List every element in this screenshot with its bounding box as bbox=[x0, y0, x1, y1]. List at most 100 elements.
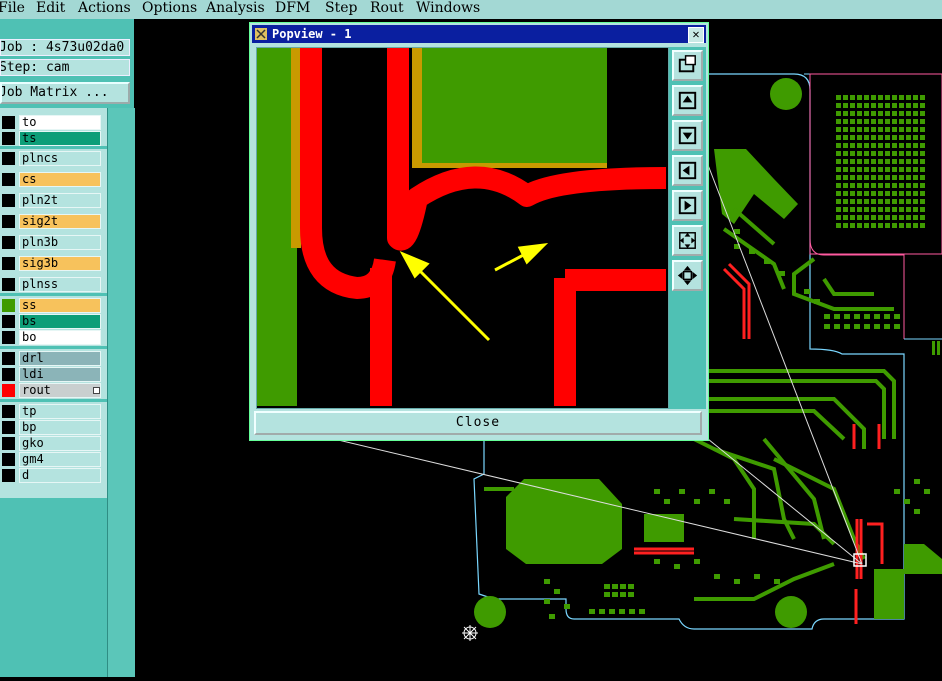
layer-name[interactable]: bs bbox=[19, 314, 101, 329]
layer-row-drl[interactable]: drl bbox=[0, 351, 104, 366]
bga-pad bbox=[906, 167, 911, 172]
layer-color-swatch[interactable] bbox=[2, 194, 15, 207]
popview-canvas[interactable] bbox=[256, 47, 669, 409]
layer-name[interactable]: ts bbox=[19, 131, 101, 146]
layer-group-divider bbox=[0, 293, 107, 296]
smd-pad bbox=[824, 324, 830, 329]
layer-row-pln2t[interactable]: pln2t bbox=[0, 193, 104, 208]
pan-down-button[interactable] bbox=[672, 120, 703, 151]
layer-name[interactable]: ldi bbox=[19, 367, 101, 382]
menu-windows[interactable]: Windows bbox=[416, 0, 480, 19]
layer-name[interactable]: bo bbox=[19, 330, 101, 345]
left-panel-scrollbar[interactable] bbox=[107, 108, 135, 677]
layer-name[interactable]: gm4 bbox=[19, 452, 101, 467]
layer-row-sig3b[interactable]: sig3b bbox=[0, 256, 104, 271]
layer-color-swatch[interactable] bbox=[2, 299, 15, 312]
menu-rout[interactable]: Rout bbox=[370, 0, 404, 19]
layer-name[interactable]: bp bbox=[19, 420, 101, 435]
layer-color-swatch[interactable] bbox=[2, 421, 15, 434]
smd-pad bbox=[629, 609, 635, 614]
pan-up-button[interactable] bbox=[672, 85, 703, 116]
smd-pad bbox=[884, 314, 890, 319]
layer-name[interactable]: drl bbox=[19, 351, 101, 366]
layer-name[interactable]: plnss bbox=[19, 277, 101, 292]
bga-pad bbox=[850, 135, 855, 140]
layer-row-rout[interactable]: rout bbox=[0, 383, 104, 398]
layer-row-gm4[interactable]: gm4 bbox=[0, 452, 104, 467]
layer-color-swatch[interactable] bbox=[2, 384, 15, 397]
layer-row-ss[interactable]: ss bbox=[0, 298, 104, 313]
layer-color-swatch[interactable] bbox=[2, 453, 15, 466]
layer-color-swatch[interactable] bbox=[2, 368, 15, 381]
menu-file[interactable]: File bbox=[0, 0, 25, 19]
layer-color-swatch[interactable] bbox=[2, 352, 15, 365]
menu-actions[interactable]: Actions bbox=[78, 0, 131, 19]
smd-pad bbox=[864, 324, 870, 329]
bga-pad bbox=[850, 95, 855, 100]
layer-color-swatch[interactable] bbox=[2, 116, 15, 129]
bga-pad bbox=[843, 111, 848, 116]
layer-color-swatch[interactable] bbox=[2, 173, 15, 186]
layer-name[interactable]: pln2t bbox=[19, 193, 101, 208]
layer-color-swatch[interactable] bbox=[2, 236, 15, 249]
bga-pad bbox=[864, 95, 869, 100]
bga-pad bbox=[836, 111, 841, 116]
zoom-in-button[interactable] bbox=[672, 225, 703, 256]
layer-row-d[interactable]: d bbox=[0, 468, 104, 483]
layer-color-swatch[interactable] bbox=[2, 437, 15, 450]
layer-name[interactable]: rout bbox=[19, 383, 101, 398]
layer-color-swatch[interactable] bbox=[2, 331, 15, 344]
layer-name[interactable]: plncs bbox=[19, 151, 101, 166]
bga-pad bbox=[850, 143, 855, 148]
layer-name[interactable]: sig3b bbox=[19, 256, 101, 271]
layer-name[interactable]: pln3b bbox=[19, 235, 101, 250]
layer-name[interactable]: cs bbox=[19, 172, 101, 187]
layer-row-to[interactable]: to bbox=[0, 115, 104, 130]
bga-pad bbox=[878, 111, 883, 116]
layer-row-plncs[interactable]: plncs bbox=[0, 151, 104, 166]
pan-left-button[interactable] bbox=[672, 155, 703, 186]
pan-right-button[interactable] bbox=[672, 190, 703, 221]
bga-pad bbox=[920, 215, 925, 220]
layer-name[interactable]: sig2t bbox=[19, 214, 101, 229]
layer-name[interactable]: gko bbox=[19, 436, 101, 451]
window-menu-icon[interactable] bbox=[255, 28, 267, 40]
layer-name[interactable]: ss bbox=[19, 298, 101, 313]
zoom-fit-button[interactable] bbox=[672, 50, 703, 81]
layer-row-bs[interactable]: bs bbox=[0, 314, 104, 329]
layer-row-pln3b[interactable]: pln3b bbox=[0, 235, 104, 250]
layer-row-tp[interactable]: tp bbox=[0, 404, 104, 419]
layer-name[interactable]: d bbox=[19, 468, 101, 483]
layer-color-swatch[interactable] bbox=[2, 132, 15, 145]
layer-row-sig2t[interactable]: sig2t bbox=[0, 214, 104, 229]
zoom-out-button[interactable] bbox=[672, 260, 703, 291]
layer-row-ldi[interactable]: ldi bbox=[0, 367, 104, 382]
layer-row-ts[interactable]: ts bbox=[0, 131, 104, 146]
layer-row-bo[interactable]: bo bbox=[0, 330, 104, 345]
layer-row-plnss[interactable]: plnss bbox=[0, 277, 104, 292]
layer-name[interactable]: tp bbox=[19, 404, 101, 419]
layer-color-swatch[interactable] bbox=[2, 278, 15, 291]
bga-pad bbox=[885, 183, 890, 188]
bga-pad bbox=[864, 135, 869, 140]
layer-color-swatch[interactable] bbox=[2, 152, 15, 165]
close-icon[interactable]: ✕ bbox=[688, 27, 704, 43]
popview-titlebar[interactable]: Popview - 1 ✕ bbox=[252, 25, 706, 43]
layer-name[interactable]: to bbox=[19, 115, 101, 130]
menu-dfm[interactable]: DFM bbox=[275, 0, 310, 19]
menu-analysis[interactable]: Analysis bbox=[206, 0, 265, 19]
menu-edit[interactable]: Edit bbox=[36, 0, 65, 19]
layer-color-swatch[interactable] bbox=[2, 315, 15, 328]
menu-options[interactable]: Options bbox=[142, 0, 197, 19]
bga-pad bbox=[906, 135, 911, 140]
layer-color-swatch[interactable] bbox=[2, 469, 15, 482]
layer-color-swatch[interactable] bbox=[2, 257, 15, 270]
popview-close-button[interactable]: Close bbox=[254, 411, 702, 435]
layer-row-cs[interactable]: cs bbox=[0, 172, 104, 187]
layer-row-gko[interactable]: gko bbox=[0, 436, 104, 451]
layer-row-bp[interactable]: bp bbox=[0, 420, 104, 435]
job-matrix-button[interactable]: Job Matrix ... bbox=[0, 82, 130, 104]
layer-color-swatch[interactable] bbox=[2, 215, 15, 228]
layer-color-swatch[interactable] bbox=[2, 405, 15, 418]
menu-step[interactable]: Step bbox=[325, 0, 357, 19]
